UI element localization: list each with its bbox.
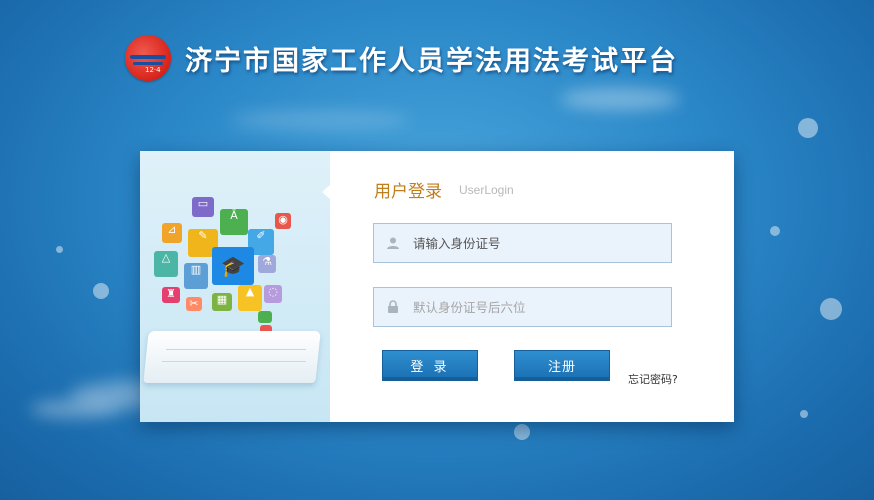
book-page-line xyxy=(166,349,306,350)
password-input[interactable] xyxy=(411,298,655,316)
bubble-decoration xyxy=(514,424,530,440)
login-form-panel: 用户登录 UserLogin 登 录 注册 忘记密码? xyxy=(330,151,734,422)
cloud-decoration xyxy=(30,400,120,418)
cloud-decoration xyxy=(560,88,680,110)
bubble-decoration xyxy=(820,298,842,320)
user-icon xyxy=(385,235,401,251)
logo-number: 12·4 xyxy=(145,66,161,74)
id-number-field[interactable] xyxy=(373,223,672,263)
id-number-input[interactable] xyxy=(411,234,655,252)
open-book-illustration xyxy=(143,331,321,383)
login-title: 用户登录 xyxy=(374,182,442,202)
site-title: 济宁市国家工作人员学法用法考试平台 xyxy=(185,45,678,77)
login-button[interactable]: 登 录 xyxy=(382,350,478,381)
lock-icon xyxy=(385,299,401,315)
cloud-decoration xyxy=(230,110,410,130)
bubble-decoration xyxy=(798,118,818,138)
page-header: 12·4 济宁市国家工作人员学法用法考试平台 xyxy=(125,33,678,83)
register-button[interactable]: 注册 xyxy=(514,350,610,381)
bubble-decoration xyxy=(800,410,808,418)
illustration-panel: ▭ Ā ◉ ⊿ ✎ ✐ △ 🎓 ⚗ ▥ ♜ ▲ ◌ ▦ ✂ xyxy=(140,151,331,422)
bubble-decoration xyxy=(56,246,63,253)
forgot-password-link[interactable]: 忘记密码? xyxy=(628,371,678,387)
login-card: ▭ Ā ◉ ⊿ ✎ ✐ △ 🎓 ⚗ ▥ ♜ ▲ ◌ ▦ ✂ 用户登录 UserL… xyxy=(140,151,734,422)
bubble-decoration xyxy=(770,226,780,236)
book-page-line xyxy=(162,361,306,362)
password-field[interactable] xyxy=(373,287,672,327)
bubble-decoration xyxy=(93,283,109,299)
login-subtitle: UserLogin xyxy=(459,183,514,197)
jining-emblem-logo-icon: 12·4 xyxy=(125,35,171,81)
